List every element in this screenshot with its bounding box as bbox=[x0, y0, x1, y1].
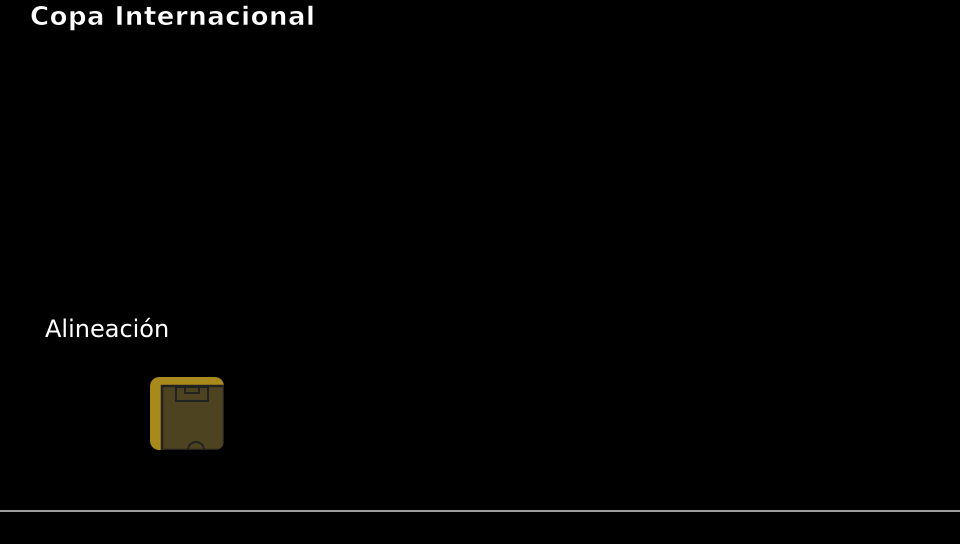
lineup-menu-tile[interactable] bbox=[150, 377, 224, 450]
game-screen: { "screen": { "title": "Copa Internacion… bbox=[0, 0, 960, 544]
screen-title: Copa Internacional bbox=[30, 2, 316, 33]
section-label-lineup: Alineación bbox=[45, 315, 170, 343]
bottom-divider bbox=[0, 510, 960, 512]
soccer-field-icon bbox=[150, 377, 224, 450]
